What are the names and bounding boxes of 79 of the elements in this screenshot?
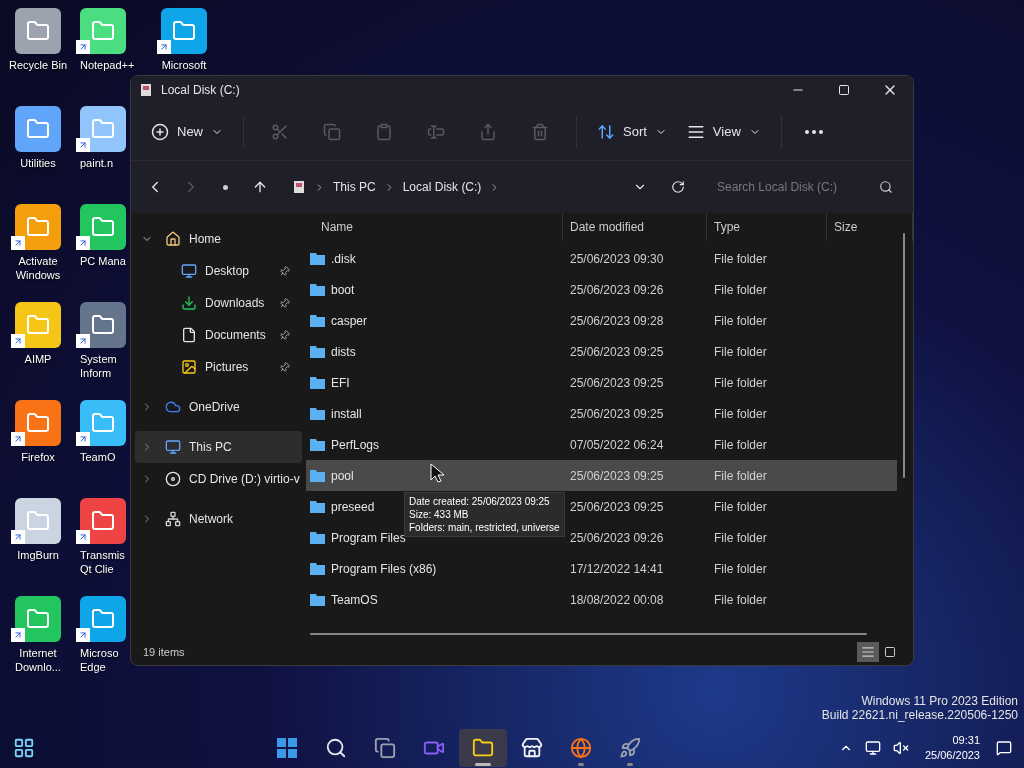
icon-label: ImgBurn — [16, 548, 60, 562]
date-cell-text: 17/12/2022 14:41 — [569, 560, 665, 578]
icon-label: PC Mana — [80, 254, 126, 268]
file-name: Program Files (x86) — [331, 560, 437, 578]
type-cell-text: File folder — [713, 498, 768, 516]
column-header[interactable]: Date modified — [563, 213, 707, 241]
date-cell-text: 25/06/2023 09:25 — [569, 405, 665, 423]
type-cell-text: File folder — [713, 374, 768, 392]
column-header[interactable]: Name — [306, 213, 563, 241]
icon-label: Utilities — [19, 156, 57, 170]
file-row[interactable]: pool 25/06/2023 09:25 File folder — [306, 460, 897, 491]
type-cell-text: File folder — [713, 467, 768, 485]
icon-label: Notepad++ — [80, 58, 135, 72]
toolbar-button[interactable]: New — [143, 115, 231, 149]
column-header[interactable]: Type — [707, 213, 827, 241]
date-cell-text: 25/06/2023 09:25 — [569, 343, 665, 361]
icon-label: paint.n — [80, 156, 115, 170]
tooltip-line: Size: 433 MB — [409, 508, 470, 521]
sidebar-item[interactable]: Desktop — [135, 255, 302, 287]
date-cell-text: 25/06/2023 09:25 — [569, 374, 665, 392]
toolbar-button[interactable]: View — [678, 115, 769, 149]
file-name: EFI — [331, 374, 350, 392]
search-field[interactable]: Search Local Disk (C:) — [717, 178, 879, 196]
tooltip-line: Folders: main, restricted, universe — [409, 521, 560, 534]
type-cell-text: File folder — [713, 436, 768, 454]
date-cell-text: 25/06/2023 09:30 — [569, 250, 665, 268]
type-cell-text: File folder — [713, 343, 768, 361]
watermark-line: Windows 11 Pro 2023 Edition — [861, 694, 1018, 708]
item-count: 19 items — [143, 644, 185, 660]
file-name: Program Files — [331, 529, 406, 547]
date-cell-text: 25/06/2023 09:28 — [569, 312, 665, 330]
file-name: pool — [331, 467, 354, 485]
date-cell-text: 25/06/2023 09:25 — [569, 498, 665, 516]
file-name: boot — [331, 281, 355, 299]
type-cell-text: File folder — [713, 560, 768, 578]
file-name: dists — [331, 343, 356, 361]
file-name: .disk — [331, 250, 356, 268]
icon-label: AIMP — [23, 352, 53, 366]
toolbar-button[interactable]: Sort — [589, 115, 675, 149]
sidebar-item[interactable]: Pictures — [135, 351, 302, 383]
icon-label: Firefox — [20, 450, 56, 464]
breadcrumb[interactable]: Local Disk (C:) — [402, 178, 482, 196]
breadcrumb[interactable]: This PC — [333, 178, 376, 196]
date-cell-text: 25/06/2023 09:26 — [569, 281, 665, 299]
type-cell-text: File folder — [713, 250, 768, 268]
file-name: install — [331, 405, 362, 423]
file-name: TeamOS — [331, 591, 378, 609]
icon-label: Microso Edge — [80, 646, 120, 674]
sidebar-item[interactable]: OneDrive — [135, 391, 302, 423]
icon-label: Activate Windows — [14, 254, 62, 282]
icon-label: TeamO — [80, 450, 117, 464]
window-title: Local Disk (C:) — [161, 82, 240, 99]
date-cell-text: 25/06/2023 09:25 — [569, 467, 665, 485]
sidebar-item[interactable]: Downloads — [135, 287, 302, 319]
clock[interactable]: 09:31 25/06/2023 — [920, 733, 984, 763]
sidebar-item[interactable]: Network — [135, 503, 302, 535]
file-name: PerfLogs — [331, 436, 380, 454]
date-cell-text: 07/05/2022 06:24 — [569, 436, 665, 454]
date-cell-text: 25/06/2023 09:26 — [569, 529, 665, 547]
tooltip-line: Date created: 25/06/2023 09:25 — [409, 495, 551, 508]
icon-label: Internet Downlo... — [14, 646, 62, 674]
sidebar-item[interactable]: This PC — [135, 431, 302, 463]
type-cell-text: File folder — [713, 281, 768, 299]
icon-label: System Inform — [80, 352, 118, 380]
type-cell-text: File folder — [713, 312, 768, 330]
icon-label: Microsoft — [160, 58, 208, 72]
icon-label: Transmis Qt Clie — [80, 548, 126, 576]
sidebar-item[interactable]: Home — [135, 223, 302, 255]
sidebar-item[interactable]: CD Drive (D:) virtio-v — [135, 463, 302, 495]
address-bar[interactable]: This PC Local Disk (C:) — [280, 171, 701, 203]
type-cell-text: File folder — [713, 405, 768, 423]
icon-label: Recycle Bin — [7, 58, 69, 72]
file-name: casper — [331, 312, 368, 330]
file-name: preseed — [331, 498, 375, 516]
type-cell-text: File folder — [713, 591, 768, 609]
type-cell-text: File folder — [713, 529, 768, 547]
watermark-line: Build 22621.ni_release.220506-1250 — [821, 708, 1018, 722]
date-cell-text: 18/08/2022 00:08 — [569, 591, 665, 609]
sidebar-item[interactable]: Documents — [135, 319, 302, 351]
